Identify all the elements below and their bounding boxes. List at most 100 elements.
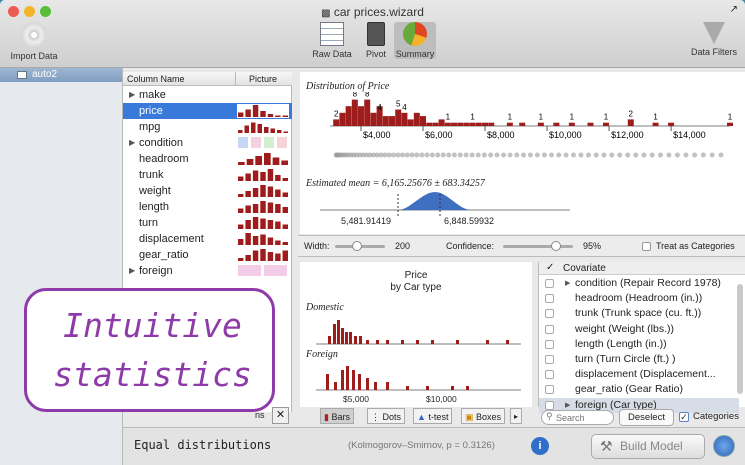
- confidence-slider[interactable]: [503, 241, 573, 251]
- tab-ttest[interactable]: ▲ t-test: [413, 408, 453, 424]
- column-row[interactable]: turn: [123, 215, 292, 231]
- import-data-button[interactable]: Import Data: [8, 22, 60, 61]
- covariate-checkbox[interactable]: [545, 355, 554, 364]
- price-dot: [463, 152, 469, 158]
- info-button[interactable]: i: [531, 437, 549, 455]
- covariate-checkbox[interactable]: [545, 279, 554, 288]
- covariate-row[interactable]: trunk (Trunk space (cu. ft.)): [539, 306, 739, 321]
- histogram-bar: [568, 122, 575, 126]
- covariate-checkbox[interactable]: [545, 339, 554, 349]
- column-name: mpg: [139, 121, 161, 133]
- covariate-row[interactable]: ▶ condition (Repair Record 1978): [539, 276, 739, 291]
- histogram-bar: [506, 122, 513, 126]
- covariate-checkbox[interactable]: [545, 400, 554, 410]
- document-icon: ▩: [321, 8, 331, 19]
- search-input[interactable]: [556, 412, 611, 423]
- bycar-bar: [386, 340, 389, 344]
- covariate-checkbox[interactable]: [545, 294, 554, 304]
- covariate-row[interactable]: weight (Weight (lbs.)): [539, 322, 739, 337]
- disclosure-triangle-icon[interactable]: ▶: [129, 135, 135, 151]
- column-row[interactable]: displacement: [123, 231, 292, 247]
- covariate-scrollbar[interactable]: [737, 284, 743, 394]
- covariate-checkbox[interactable]: [545, 324, 554, 334]
- distribution-panel: Distribution of Price 2 8 8 4 5 4 1 1 1 1 1 1 2 1 1 $4,…: [300, 72, 745, 234]
- raw-data-button[interactable]: Raw Data: [310, 22, 354, 59]
- price-dot: [440, 152, 446, 158]
- covariate-row[interactable]: gear_ratio (Gear Ratio): [539, 382, 739, 397]
- disclosure-triangle-icon[interactable]: ▶: [129, 263, 135, 279]
- column-row[interactable]: length: [123, 199, 292, 215]
- tab-boxes[interactable]: ▣ Boxes: [461, 408, 506, 424]
- confidence-slider-knob[interactable]: [551, 241, 561, 251]
- hammer-icon: ⚒: [600, 438, 613, 454]
- histogram-bar: [395, 109, 402, 126]
- categories-checkbox[interactable]: ✓: [679, 412, 689, 422]
- column-row[interactable]: gear_ratio: [123, 247, 292, 263]
- bycar-bar: [456, 340, 459, 344]
- check-all-icon[interactable]: ✓: [546, 262, 554, 273]
- price-dot: [617, 152, 623, 158]
- price-dot: [386, 152, 392, 158]
- width-slider-knob[interactable]: [352, 241, 362, 251]
- dots-icon: ⋮: [371, 412, 380, 422]
- bycar-bar: [345, 332, 348, 344]
- histogram-bar: [475, 122, 482, 126]
- price-dot: [534, 152, 540, 158]
- price-dot: [391, 152, 397, 158]
- price-dot: [541, 152, 547, 158]
- tab-dots[interactable]: ⋮ Dots: [367, 408, 406, 424]
- column-row[interactable]: ▶ condition: [123, 135, 292, 151]
- disclosure-triangle-icon[interactable]: ▶: [565, 276, 570, 291]
- search-field[interactable]: ⚲: [541, 410, 614, 425]
- fullscreen-icon[interactable]: ↗: [730, 4, 738, 15]
- covariate-checkbox[interactable]: [545, 370, 554, 380]
- column-name: turn: [139, 217, 158, 229]
- sidebar-item-auto2[interactable]: auto2: [0, 68, 122, 82]
- column-row[interactable]: headroom: [123, 151, 292, 167]
- price-dot: [666, 152, 672, 158]
- bycar-bar: [337, 320, 340, 344]
- column-row[interactable]: ▶ make: [123, 87, 292, 103]
- histogram-count-label: 1: [728, 113, 733, 122]
- histogram-bar: [627, 119, 634, 126]
- width-slider[interactable]: [335, 241, 385, 251]
- deselect-button[interactable]: Deselect: [619, 409, 674, 426]
- bycar-bar: [386, 382, 389, 390]
- column-row[interactable]: price: [123, 103, 292, 119]
- price-dot: [521, 152, 527, 158]
- column-row[interactable]: weight: [123, 183, 292, 199]
- tab-bars[interactable]: ▮ Bars: [320, 408, 354, 424]
- column-row[interactable]: mpg: [123, 119, 292, 135]
- histogram-bar: [438, 119, 445, 126]
- disclosure-triangle-icon[interactable]: ▶: [129, 87, 135, 103]
- build-model-button[interactable]: ⚒ Build Model: [591, 434, 705, 459]
- covariate-row[interactable]: displacement (Displacement...: [539, 367, 739, 382]
- covariate-row[interactable]: headroom (Headroom (in.)): [539, 291, 739, 306]
- ci-high-label: 6,848.59932: [444, 216, 495, 226]
- price-dot: [718, 152, 724, 158]
- bycar-bar: [466, 386, 469, 390]
- covariate-row[interactable]: turn (Turn Circle (ft.) ): [539, 352, 739, 367]
- covariate-checkbox[interactable]: [545, 309, 554, 319]
- tabs-overflow-button[interactable]: ▸: [510, 408, 523, 424]
- bycar-bar: [333, 324, 336, 344]
- bycar-bar: [326, 374, 329, 390]
- pivot-button[interactable]: Pivot: [357, 22, 395, 59]
- column-row[interactable]: ▶ foreign: [123, 263, 292, 279]
- foreign-label: Foreign: [306, 349, 338, 360]
- histogram-tick-label: $10,000: [549, 130, 582, 140]
- histogram-bar: [587, 122, 594, 126]
- expand-view-button[interactable]: [713, 435, 735, 457]
- foreign-histogram: [316, 366, 521, 391]
- treat-categories-checkbox[interactable]: [642, 242, 651, 251]
- price-dot: [633, 152, 639, 158]
- covariate-row[interactable]: length (Length (in.)): [539, 337, 739, 352]
- column-row[interactable]: trunk: [123, 167, 292, 183]
- column-sparkline: [238, 122, 288, 133]
- data-filters-button[interactable]: Data Filters: [686, 22, 742, 57]
- summary-button[interactable]: Summary: [394, 22, 436, 59]
- histogram-bar: [727, 122, 733, 126]
- price-dot: [601, 152, 607, 158]
- covariate-checkbox[interactable]: [545, 385, 554, 395]
- wrench-icon[interactable]: ✕: [272, 407, 289, 424]
